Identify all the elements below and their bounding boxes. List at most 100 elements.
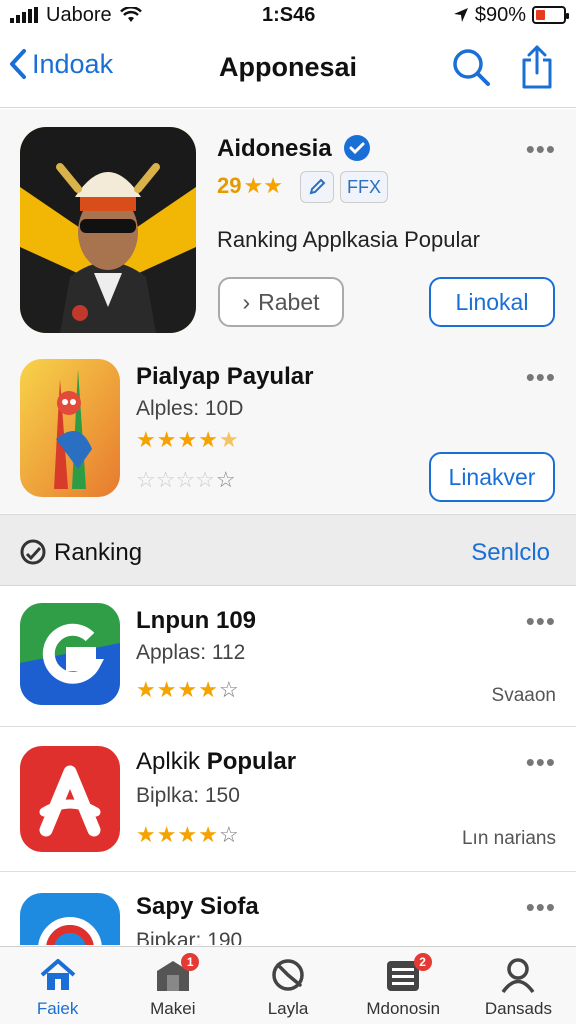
search-icon[interactable] xyxy=(452,44,492,88)
list-item-more-button[interactable]: ••• xyxy=(526,894,556,920)
tab-label: Mdonosin xyxy=(366,999,441,1018)
featured-section: Aidonesia ••• 29 ★★ FFX Ranking Applkasi… xyxy=(0,109,576,513)
rabet-button[interactable]: › Rabet xyxy=(218,277,344,327)
star-icon: ★ xyxy=(177,677,198,702)
linokal-button[interactable]: Linokal xyxy=(429,277,555,327)
chevron-left-icon xyxy=(10,49,26,79)
star-icon: ★★ xyxy=(243,173,283,198)
chart-icon xyxy=(272,959,304,991)
back-button[interactable]: Indoak xyxy=(8,48,113,80)
google-app-icon xyxy=(20,603,120,705)
tab-faiek[interactable]: Faiek xyxy=(0,947,115,1024)
second-app-more-button[interactable]: ••• xyxy=(526,364,556,390)
tab-dansads[interactable]: Dansads xyxy=(461,947,576,1024)
star-icon: ★ xyxy=(136,427,156,452)
notification-badge: 2 xyxy=(413,953,432,971)
colorful-logo xyxy=(20,359,120,497)
star-outline-icon: ☆ xyxy=(215,467,236,492)
featured-more-button[interactable]: ••• xyxy=(526,136,556,162)
featured-app-icon[interactable] xyxy=(20,127,196,333)
list-item-name: Sapy Siofa xyxy=(136,893,259,920)
tab-label: Makei xyxy=(150,999,196,1018)
list-item-more-button[interactable]: ••• xyxy=(526,749,556,775)
status-bar: Uabore 1:S46 $90% xyxy=(0,0,576,30)
battery-fill xyxy=(536,10,546,20)
tab-mdonosin[interactable]: 2 Mdonosin xyxy=(346,947,461,1024)
star-icon: ★ xyxy=(198,427,218,452)
second-app-icon[interactable] xyxy=(20,359,120,497)
tab-label: Layla xyxy=(267,999,309,1018)
empty-stars: ☆☆☆☆ ☆ xyxy=(136,469,236,491)
star-icon: ★ xyxy=(136,677,156,702)
star-icon: ★ xyxy=(156,822,177,847)
nav-actions xyxy=(452,44,554,90)
home-icon xyxy=(40,959,75,990)
see-all-link[interactable]: Senlclo xyxy=(471,539,550,567)
verified-icon xyxy=(344,135,370,161)
tab-label: Faiek xyxy=(36,999,79,1018)
list-item[interactable]: Lnpun 109 ••• Applas: 112 ★ ★ ★ ★ ☆ Svaaon xyxy=(0,587,576,727)
featured-rating-text: 29 xyxy=(217,173,242,198)
star-icon: ★ xyxy=(198,822,218,847)
notification-badge: 1 xyxy=(181,953,200,971)
red-a-app-icon xyxy=(20,746,120,852)
featured-tagline: Ranking Applkasia Popular xyxy=(217,227,480,252)
ranking-header: Ranking Senlclo xyxy=(0,514,576,586)
navigation-bar: Indoak Apponesai xyxy=(0,30,576,108)
carrier-name: Uabore xyxy=(46,3,112,26)
star-icon: ☆ xyxy=(218,677,239,702)
person-icon xyxy=(501,958,535,993)
list-item-more-button[interactable]: ••• xyxy=(526,608,556,634)
tab-bar: Faiek 1 Makei Layla 2 Mdonosin Dansads xyxy=(0,946,576,1024)
signal-icon xyxy=(10,7,38,23)
list-item-stars: ★ ★ ★ ★ ☆ xyxy=(136,824,239,846)
star-outline-icon: ☆☆☆☆ xyxy=(136,467,215,492)
portrait-image xyxy=(20,127,196,333)
ranking-title: Ranking xyxy=(54,539,143,566)
list-item-stars: ★ ★ ★ ★ ☆ xyxy=(136,679,239,701)
tab-layla[interactable]: Layla xyxy=(230,947,345,1024)
ranking-list: Lnpun 109 ••• Applas: 112 ★ ★ ★ ★ ☆ Svaaon A… xyxy=(0,587,576,945)
list-item-sub: Applas: 112 xyxy=(136,641,246,664)
star-icon: ★ xyxy=(156,427,177,452)
list-item-name: Lnpun 109 xyxy=(136,607,257,634)
star-icon: ★ xyxy=(177,427,198,452)
share-icon[interactable] xyxy=(520,44,554,90)
list-item-meta: Lın narians xyxy=(461,828,556,849)
blue-app-icon xyxy=(20,893,120,945)
featured-rating: 29 ★★ xyxy=(217,173,283,199)
location-arrow-icon xyxy=(453,8,468,22)
chevron-right-icon: › xyxy=(242,289,251,315)
star-icon: ★ xyxy=(198,677,218,702)
rabet-button-label: Rabet xyxy=(258,289,320,315)
edit-chip[interactable] xyxy=(300,171,334,203)
list-item-sub: Bipkar: 190 xyxy=(136,929,243,945)
status-right: $90% xyxy=(453,3,569,27)
featured-app-name[interactable]: Aidonesia xyxy=(217,135,332,163)
pencil-icon xyxy=(309,178,326,195)
second-app-stars: ★ ★ ★ ★ ★ xyxy=(136,429,239,451)
chat-bubble-icon xyxy=(20,539,46,565)
list-item-name-prefix: Aplkik xyxy=(136,748,201,775)
status-time: 1:S46 xyxy=(262,3,316,26)
list-item-sub: Biplka: 150 xyxy=(136,784,240,807)
star-icon: ★ xyxy=(156,677,177,702)
battery-icon xyxy=(532,6,569,24)
second-app-name[interactable]: Pialyap Payular xyxy=(136,363,313,391)
wifi-icon xyxy=(119,7,142,22)
list-item-meta: Svaaon xyxy=(491,685,556,706)
star-icon: ★ xyxy=(136,822,156,847)
list-item-name: Aplkik Popular xyxy=(136,748,296,776)
battery-text: $90% xyxy=(474,3,526,26)
list-item[interactable]: Aplkik Popular ••• Biplka: 150 ★ ★ ★ ★ ☆ Lın… xyxy=(0,728,576,872)
linakver-button[interactable]: Linakver xyxy=(429,452,555,502)
list-item[interactable]: Sapy Siofa ••• Bipkar: 190 xyxy=(0,873,576,945)
ffx-chip[interactable]: FFX xyxy=(340,171,388,203)
back-label: Indoak xyxy=(32,48,114,79)
list-item-name-bold: Popular xyxy=(206,748,297,775)
tab-label: Dansads xyxy=(484,999,552,1018)
tab-makei[interactable]: 1 Makei xyxy=(115,947,230,1024)
star-icon: ☆ xyxy=(218,822,239,847)
star-icon: ★ xyxy=(218,427,239,452)
status-left: Uabore xyxy=(10,4,142,27)
